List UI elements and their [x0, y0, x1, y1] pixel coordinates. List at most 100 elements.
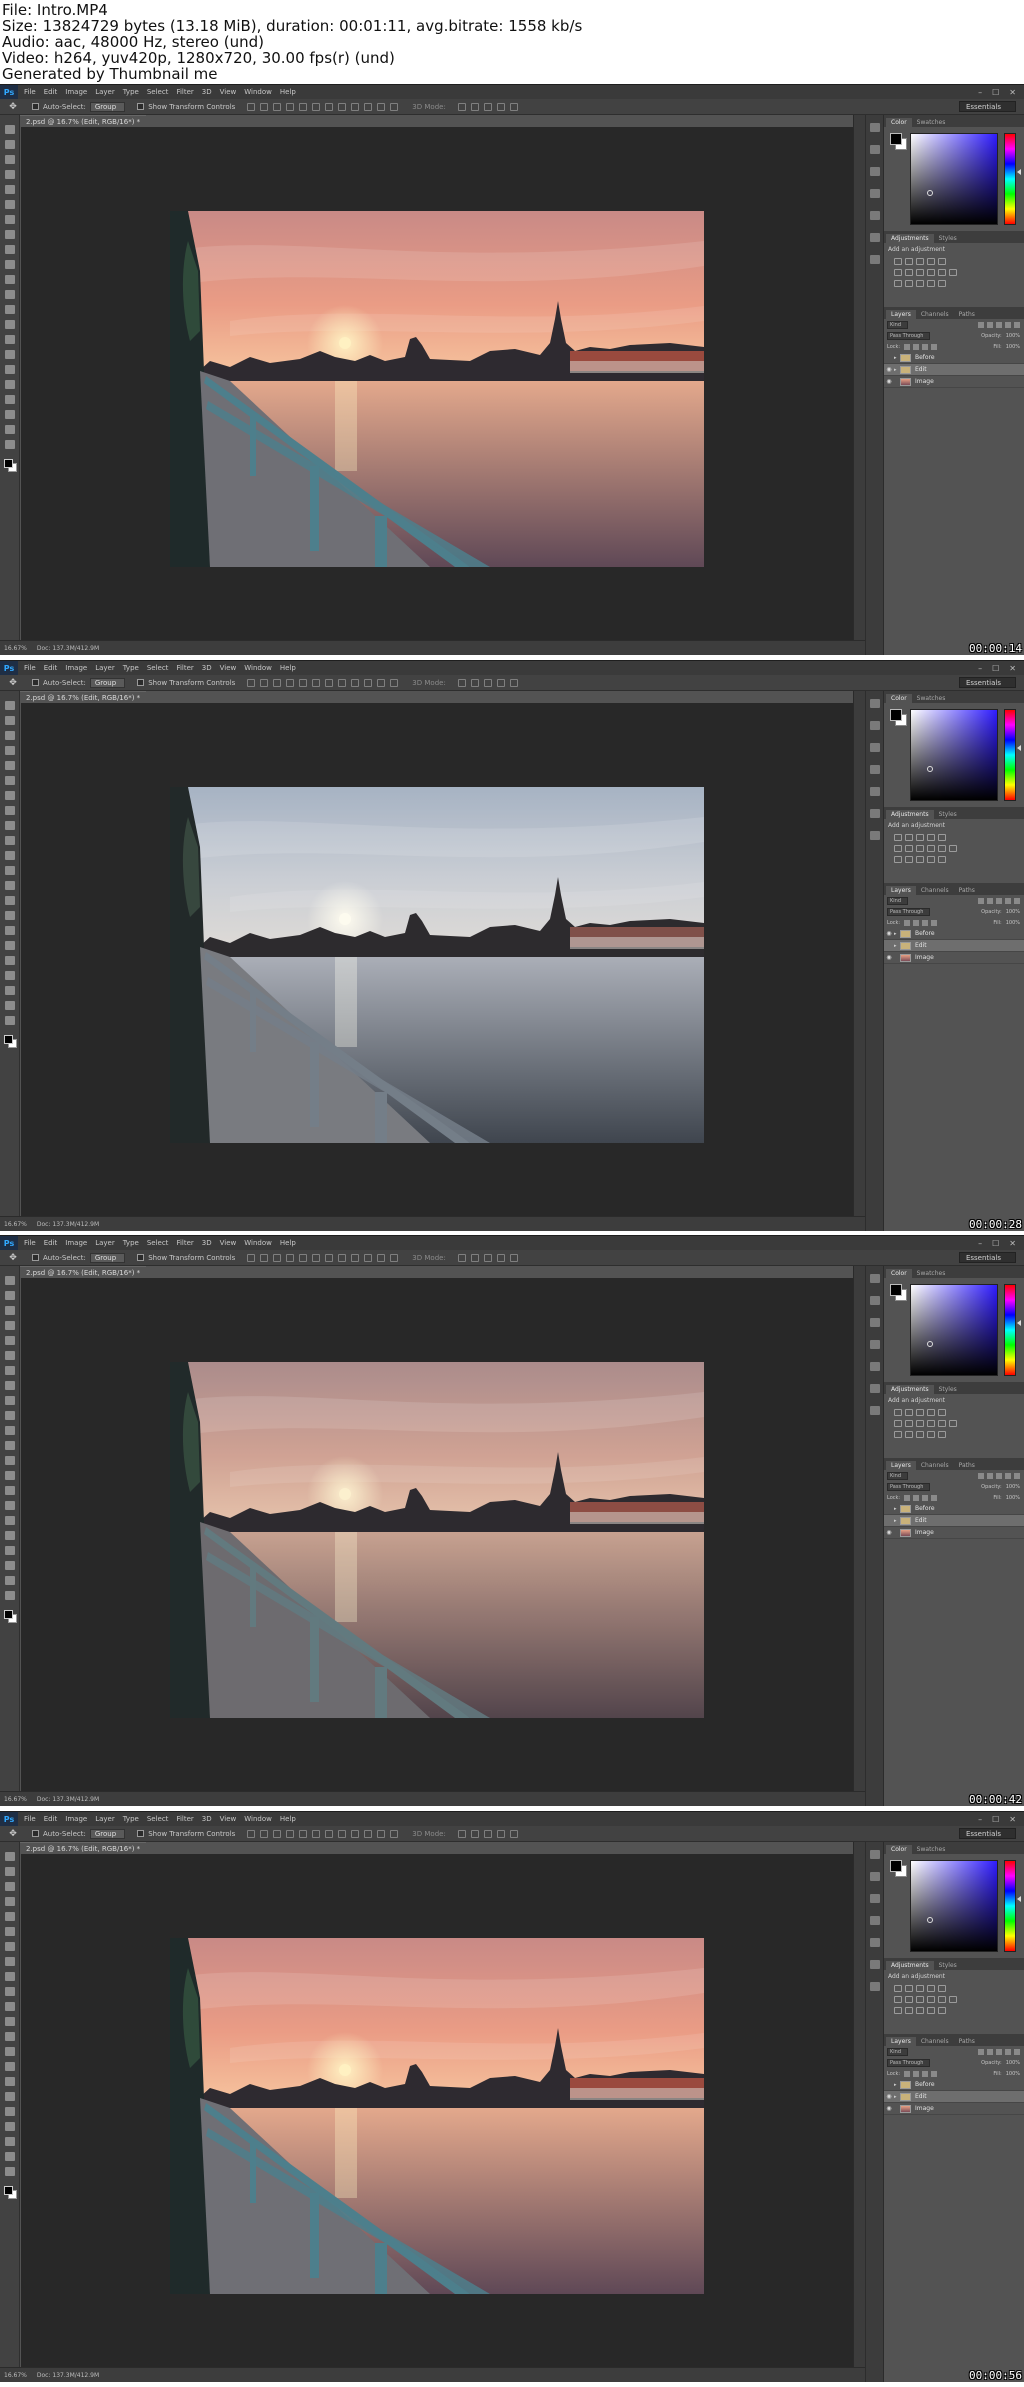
auto-select-checkbox[interactable]	[32, 1830, 39, 1837]
tab-layers[interactable]: Layers	[886, 886, 916, 895]
history-panel-icon[interactable]	[870, 1274, 880, 1283]
hand-tool-icon[interactable]	[5, 1561, 15, 1570]
pen-tool-icon[interactable]	[5, 926, 15, 935]
blur-tool-icon[interactable]	[5, 2047, 15, 2056]
opacity-value[interactable]: 100%	[1006, 1484, 1024, 1490]
levels-icon[interactable]	[905, 834, 913, 841]
menu-edit[interactable]: Edit	[44, 664, 58, 672]
black-white-icon[interactable]	[916, 269, 924, 276]
align-left-icon[interactable]	[286, 678, 295, 687]
tab-paths[interactable]: Paths	[954, 1461, 980, 1470]
workspace-dropdown[interactable]: Essentials	[958, 677, 1016, 688]
brush-presets-panel-icon[interactable]	[870, 167, 880, 176]
menu-select[interactable]: Select	[147, 88, 169, 96]
brush-presets-panel-icon[interactable]	[870, 1318, 880, 1327]
type-tool-icon[interactable]	[5, 365, 15, 374]
distribute-left-icon[interactable]	[364, 678, 373, 687]
levels-icon[interactable]	[905, 1985, 913, 1992]
canvas-area[interactable]	[21, 1278, 853, 1791]
vertical-scrollbar[interactable]	[853, 1842, 865, 2367]
brightness-contrast-icon[interactable]	[894, 834, 902, 841]
layer-row[interactable]: ◉ ▸ Edit	[884, 2091, 1024, 2103]
color-picker-ring[interactable]	[927, 1341, 933, 1347]
hand-tool-icon[interactable]	[5, 986, 15, 995]
align-left-icon[interactable]	[286, 102, 295, 111]
move-tool-icon[interactable]: ✥	[6, 1828, 20, 1840]
color-picker-ring[interactable]	[927, 190, 933, 196]
tab-layers[interactable]: Layers	[886, 310, 916, 319]
color-picker-ring[interactable]	[927, 1917, 933, 1923]
lasso-tool-icon[interactable]	[5, 1897, 15, 1906]
lock-all-icon[interactable]	[931, 919, 938, 926]
history-brush-tool-icon[interactable]	[5, 275, 15, 284]
artboard-tool-icon[interactable]	[5, 1867, 15, 1876]
smart-object-filter-icon[interactable]	[1014, 897, 1020, 904]
visibility-eye-icon[interactable]: ◉	[884, 378, 894, 385]
color-balance-icon[interactable]	[905, 1996, 913, 2003]
color-balance-icon[interactable]	[905, 845, 913, 852]
menu-view[interactable]: View	[220, 1815, 237, 1823]
channel-mixer-icon[interactable]	[938, 269, 946, 276]
align-right-icon[interactable]	[312, 678, 321, 687]
smart-object-filter-icon[interactable]	[1014, 1472, 1020, 1479]
align-right-icon[interactable]	[312, 1829, 321, 1838]
paragraph-panel-icon[interactable]	[870, 1362, 880, 1371]
foreground-color-swatch[interactable]	[890, 133, 902, 145]
foreground-color-swatch[interactable]	[890, 1860, 902, 1872]
visibility-eye-icon[interactable]: ◉	[884, 954, 894, 961]
eraser-tool-icon[interactable]	[5, 1441, 15, 1450]
document-tab[interactable]: 2.psd @ 16.7% (Edit, RGB/16*) *	[20, 691, 147, 703]
hue-slider-marker[interactable]	[1017, 1896, 1021, 1902]
black-white-icon[interactable]	[916, 845, 924, 852]
layer-row[interactable]: ◉ Image	[884, 952, 1024, 964]
menu-edit[interactable]: Edit	[44, 1239, 58, 1247]
hand-tool-icon[interactable]	[5, 410, 15, 419]
extras-tool-icon[interactable]	[5, 2167, 15, 2176]
menu-help[interactable]: Help	[280, 1239, 296, 1247]
menu-layer[interactable]: Layer	[95, 1815, 115, 1823]
distribute-bottom-icon[interactable]	[351, 102, 360, 111]
distribute-middle-icon[interactable]	[338, 102, 347, 111]
opacity-value[interactable]: 100%	[1006, 333, 1024, 339]
distribute-left-icon[interactable]	[364, 1253, 373, 1262]
history-panel-icon[interactable]	[870, 1850, 880, 1859]
vibrance-icon[interactable]	[938, 1409, 946, 1416]
align-left-icon[interactable]	[286, 1253, 295, 1262]
dodge-tool-icon[interactable]	[5, 335, 15, 344]
menu-type[interactable]: Type	[123, 1239, 139, 1247]
eyedropper-tool-icon[interactable]	[5, 215, 15, 224]
selective-color-icon[interactable]	[938, 1431, 946, 1438]
adjustment-filter-icon[interactable]	[987, 321, 993, 328]
lock-transparent-icon[interactable]	[904, 343, 911, 350]
menu-view[interactable]: View	[220, 1239, 237, 1247]
distribute-middle-icon[interactable]	[338, 1253, 347, 1262]
lasso-tool-icon[interactable]	[5, 170, 15, 179]
color-lookup-icon[interactable]	[949, 845, 957, 852]
clone-stamp-tool-icon[interactable]	[5, 1411, 15, 1420]
color-picker-field[interactable]	[910, 1860, 998, 1952]
align-top-icon[interactable]	[247, 1253, 256, 1262]
brush-tool-icon[interactable]	[5, 1972, 15, 1981]
color-picker-ring[interactable]	[927, 766, 933, 772]
tab-channels[interactable]: Channels	[916, 886, 954, 895]
move-tool-icon[interactable]: ✥	[6, 677, 20, 689]
3d-drag-icon[interactable]	[483, 678, 492, 687]
dodge-tool-icon[interactable]	[5, 911, 15, 920]
document-tab[interactable]: 2.psd @ 16.7% (Edit, RGB/16*) *	[20, 115, 147, 127]
menu-select[interactable]: Select	[147, 664, 169, 672]
tab-swatches[interactable]: Swatches	[912, 1269, 951, 1278]
kind-filter-dropdown[interactable]: Kind	[887, 2047, 909, 2056]
layer-row[interactable]: ◉ ▸ Edit	[884, 364, 1024, 376]
color-lookup-icon[interactable]	[949, 1420, 957, 1427]
blend-mode-dropdown[interactable]: Pass Through	[887, 2058, 931, 2067]
eraser-tool-icon[interactable]	[5, 290, 15, 299]
adjustment-filter-icon[interactable]	[987, 1472, 993, 1479]
color-balance-icon[interactable]	[905, 269, 913, 276]
maximize-window-icon[interactable]: ☐	[992, 1239, 999, 1248]
invert-icon[interactable]	[894, 856, 902, 863]
lock-all-icon[interactable]	[931, 2070, 938, 2077]
threshold-icon[interactable]	[916, 280, 924, 287]
levels-icon[interactable]	[905, 1409, 913, 1416]
hue-slider-marker[interactable]	[1017, 745, 1021, 751]
gradient-map-icon[interactable]	[927, 2007, 935, 2014]
